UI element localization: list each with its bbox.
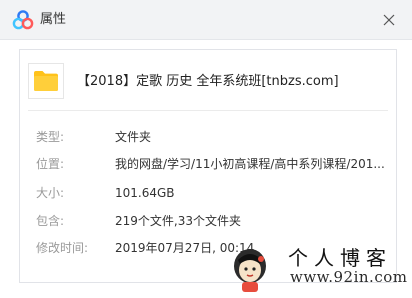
watermark-title: 个人博客 <box>288 246 392 270</box>
divider <box>28 110 388 111</box>
cartoon-avatar-icon <box>234 249 266 292</box>
property-label: 类型: <box>36 130 65 144</box>
watermark-url: www.92in.com <box>290 268 408 286</box>
property-row-type: 类型: 文件夹 <box>20 129 398 145</box>
title-bar: 属性 <box>0 0 412 40</box>
close-icon <box>383 14 395 26</box>
property-label: 修改时间: <box>36 241 89 255</box>
property-row-size: 大小: 101.64GB <box>20 185 398 201</box>
close-button[interactable] <box>378 9 400 31</box>
property-row-location: 位置: 我的网盘/学习/11小初高课程/高中系列课程/201... <box>20 156 398 172</box>
folder-icon <box>34 71 58 91</box>
property-label: 大小: <box>36 186 65 200</box>
property-value: 219个文件,33个文件夹 <box>115 214 241 228</box>
folder-name: 【2018】定歌 历史 全年系统班[tnbzs.com] <box>77 74 339 89</box>
watermark: 个人博客 www.92in.com <box>212 236 412 298</box>
property-row-contains: 包含: 219个文件,33个文件夹 <box>20 213 398 229</box>
baidu-netdisk-cloud-icon <box>12 10 34 30</box>
property-value-location[interactable]: 我的网盘/学习/11小初高课程/高中系列课程/201... <box>115 156 385 172</box>
property-value: 101.64GB <box>115 186 175 200</box>
window-title: 属性 <box>40 12 67 27</box>
property-value: 文件夹 <box>115 130 152 144</box>
folder-thumbnail <box>28 63 64 99</box>
property-label: 位置: <box>36 157 65 171</box>
property-label: 包含: <box>36 214 65 228</box>
